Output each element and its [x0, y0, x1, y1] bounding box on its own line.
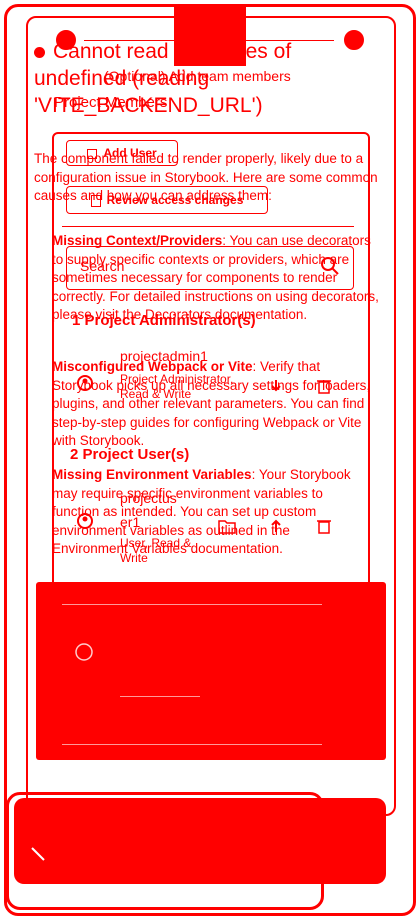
cause-context-providers: Missing Context/Providers: You can use d… — [52, 232, 382, 325]
overlay-block — [36, 582, 386, 760]
divider — [62, 744, 322, 745]
error-title: Cannot read properties of undefined (rea… — [34, 38, 334, 119]
cause-label: Misconfigured Webpack or Vite — [52, 359, 253, 374]
error-intro: The component failed to render properly,… — [34, 151, 378, 203]
close-icon[interactable] — [344, 30, 364, 50]
error-title-text: Cannot read properties of undefined (rea… — [34, 40, 292, 117]
user-circle-icon — [75, 643, 93, 661]
bottom-sheet-outline — [6, 792, 324, 910]
cause-label: Missing Environment Variables — [52, 467, 252, 482]
help-icon[interactable] — [30, 846, 46, 862]
cause-webpack-vite: Misconfigured Webpack or Vite: Verify th… — [52, 358, 382, 451]
cause-label: Missing Context/Providers — [52, 233, 223, 248]
divider — [62, 604, 322, 605]
error-bullet-icon — [34, 46, 45, 58]
divider — [120, 696, 200, 697]
divider — [62, 226, 354, 227]
cause-env-variables: Missing Environment Variables: Your Stor… — [52, 466, 362, 559]
